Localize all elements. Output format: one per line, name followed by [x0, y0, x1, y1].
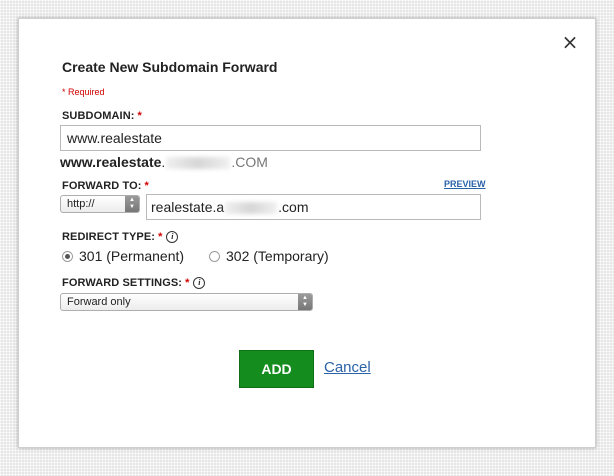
forward-settings-label-text: FORWARD SETTINGS:: [62, 277, 183, 289]
dialog-title: Create New Subdomain Forward: [62, 59, 278, 75]
radio-301-label: 301 (Permanent): [79, 248, 185, 264]
subdomain-label-text: SUBDOMAIN:: [62, 110, 135, 122]
subdomain-preview-suffix: .COM: [231, 154, 268, 170]
close-icon[interactable]: ×: [561, 32, 579, 52]
forward-to-label: FORWARD TO: *: [62, 180, 149, 192]
destination-prefix: realestate.a: [151, 199, 225, 215]
required-star: *: [185, 277, 190, 289]
radio-button-unchecked[interactable]: [209, 250, 220, 262]
protocol-select-value: http://: [67, 198, 95, 210]
subdomain-preview-prefix: www.realestate: [60, 154, 162, 170]
subdomain-label: SUBDOMAIN: *: [62, 110, 142, 122]
select-arrows-icon: ▲ ▼: [125, 196, 139, 212]
forward-settings-value: Forward only: [67, 296, 131, 308]
add-button[interactable]: ADD: [239, 350, 314, 388]
redirect-type-label: REDIRECT TYPE: * i: [62, 231, 179, 244]
required-star: *: [158, 231, 163, 243]
radio-302-label: 302 (Temporary): [226, 248, 329, 264]
info-icon[interactable]: i: [166, 231, 179, 244]
required-note: * Required: [62, 87, 105, 97]
redirect-type-label-text: REDIRECT TYPE:: [62, 231, 156, 243]
create-subdomain-forward-dialog: × Create New Subdomain Forward * Require…: [18, 18, 596, 448]
cancel-link[interactable]: Cancel: [324, 359, 371, 376]
forward-destination-input[interactable]: realestate.a .com: [146, 194, 481, 220]
subdomain-full-preview: www.realestate. .COM: [60, 154, 268, 170]
radio-302-temporary[interactable]: 302 (Temporary): [209, 248, 329, 264]
forward-settings-select[interactable]: Forward only ▲ ▼: [60, 293, 313, 311]
select-arrows-icon: ▲ ▼: [298, 294, 312, 310]
redacted-domain: [166, 157, 231, 170]
required-star: *: [137, 110, 142, 122]
protocol-select[interactable]: http:// ▲ ▼: [60, 195, 140, 213]
required-star: *: [144, 180, 149, 192]
info-icon[interactable]: i: [193, 277, 206, 290]
redacted-domain: [225, 202, 278, 215]
radio-301-permanent[interactable]: 301 (Permanent): [62, 248, 184, 264]
destination-suffix: .com: [278, 199, 309, 215]
radio-button-checked[interactable]: [62, 250, 73, 262]
forward-settings-label: FORWARD SETTINGS: * i: [62, 277, 206, 290]
subdomain-input[interactable]: [60, 125, 481, 151]
forward-to-label-text: FORWARD TO:: [62, 180, 142, 192]
subdomain-preview-dot: .: [161, 154, 166, 170]
preview-link[interactable]: PREVIEW: [444, 179, 486, 189]
